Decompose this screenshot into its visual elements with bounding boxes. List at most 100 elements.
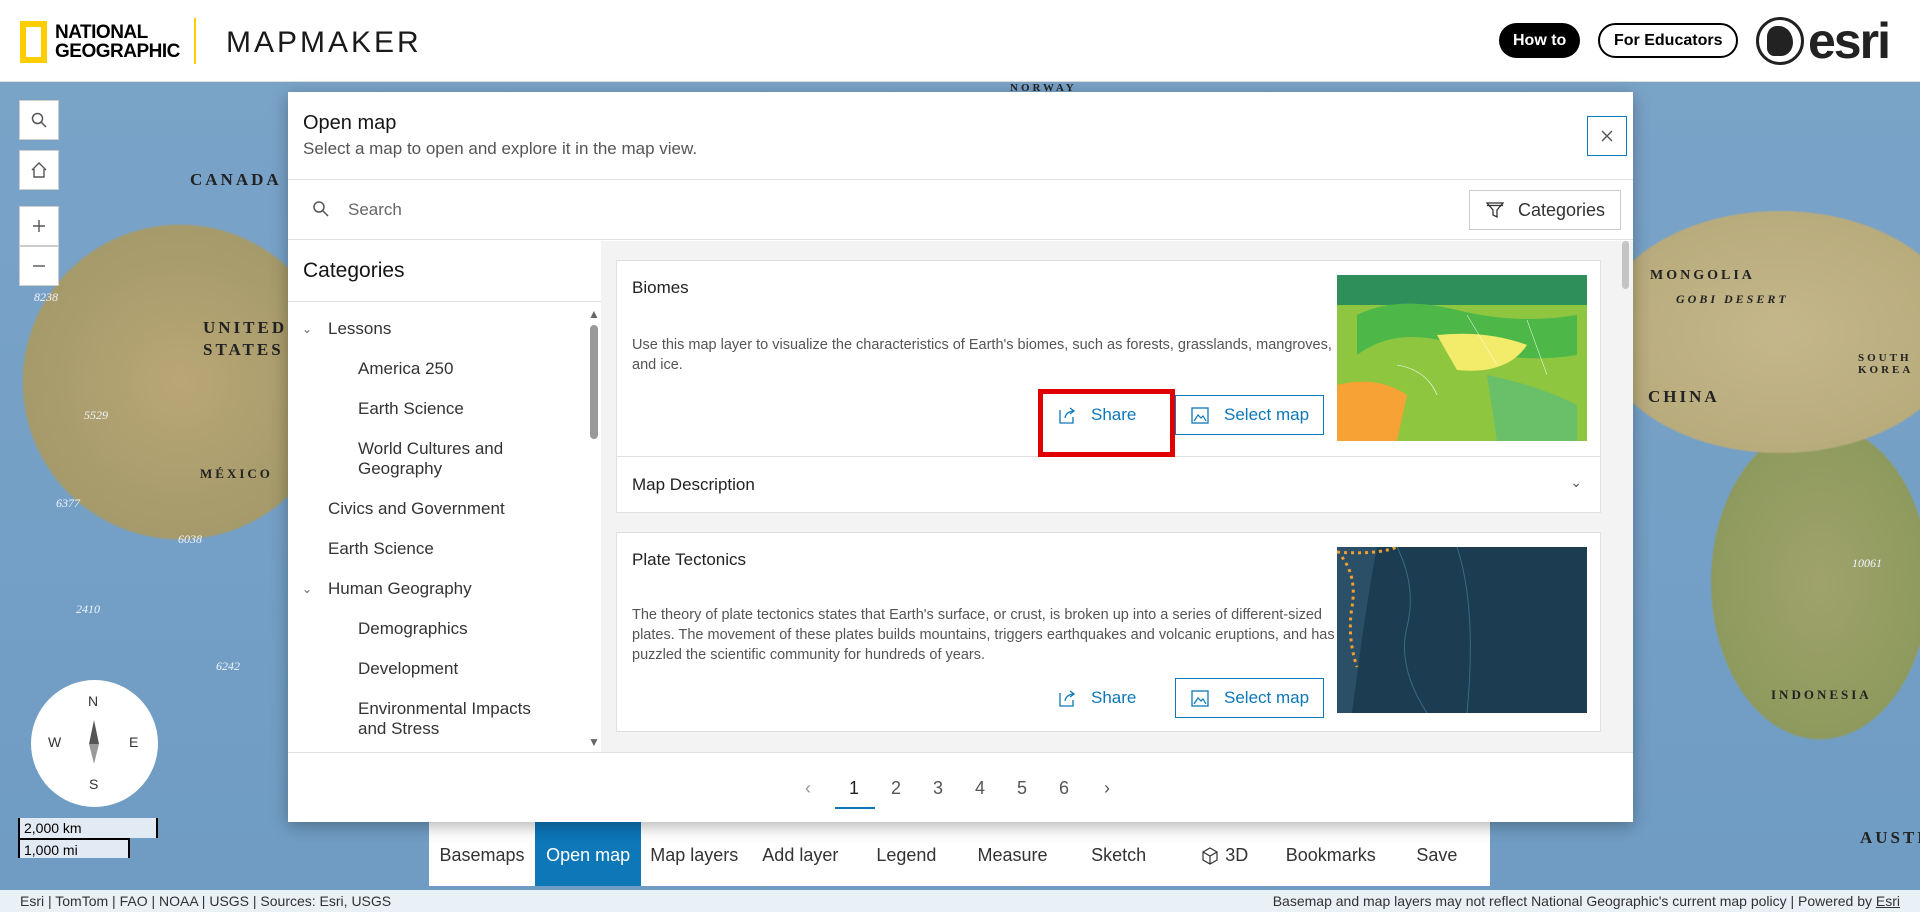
page-6[interactable]: 6 <box>1059 778 1069 799</box>
search-icon <box>313 201 329 217</box>
scale-mi: 1,000 mi <box>18 838 130 858</box>
attribution-policy-text: Basemap and map layers may not reflect N… <box>1272 893 1876 909</box>
search-bar: Categories <box>288 180 1633 240</box>
pagination: ‹ 1 2 3 4 5 6 › <box>288 752 1633 822</box>
category-label-line: Geography <box>358 459 443 478</box>
category-demographics[interactable]: Demographics <box>358 619 468 639</box>
prev-page-button[interactable]: ‹ <box>805 778 811 799</box>
map-depth: 5529 <box>84 408 108 422</box>
categories-button-label: Categories <box>1518 199 1606 220</box>
category-label-line: Environmental Impacts <box>358 699 531 718</box>
select-map-button[interactable]: Select map <box>1175 678 1325 718</box>
category-world-cultures[interactable]: World Cultures and Geography <box>358 439 503 479</box>
categories-divider <box>288 301 601 302</box>
compass-widget[interactable]: N E S W <box>31 680 158 807</box>
map-label-indonesia: INDONESIA <box>1771 687 1872 702</box>
scrollbar-thumb[interactable] <box>590 325 598 439</box>
results-scrollbar[interactable] <box>1620 241 1632 752</box>
compass-west: W <box>48 734 62 750</box>
share-highlight-box <box>1038 389 1175 457</box>
chevron-down-icon: ⌄ <box>1570 474 1582 490</box>
map-depth: 8238 <box>34 290 58 304</box>
compass-north: N <box>88 693 99 709</box>
how-to-button[interactable]: How to <box>1499 23 1581 58</box>
card-description: The theory of plate tectonics states tha… <box>632 607 1335 663</box>
category-civics[interactable]: Civics and Government <box>328 499 505 519</box>
category-earth-science[interactable]: Earth Science <box>328 539 434 559</box>
open-map-dialog: Open map Select a map to open and explor… <box>288 92 1633 822</box>
toolbar-label: Sketch <box>1091 845 1147 865</box>
page-5[interactable]: 5 <box>1017 778 1027 799</box>
compass-needle-tail-icon <box>89 744 99 764</box>
categories-filter-button[interactable]: Categories <box>1469 190 1621 230</box>
category-environmental-impacts[interactable]: Environmental Impacts and Stress <box>358 699 531 739</box>
zoom-out-button[interactable] <box>19 246 59 286</box>
home-button[interactable] <box>19 150 59 190</box>
zoom-in-button[interactable] <box>19 206 59 246</box>
header-divider <box>194 18 196 64</box>
national-geographic-logo[interactable]: NATIONAL GEOGRAPHIC <box>20 20 180 64</box>
category-human-geography[interactable]: Human Geography <box>328 579 472 599</box>
esri-logo[interactable]: esri <box>1756 13 1891 69</box>
share-button[interactable]: Share <box>1057 678 1136 718</box>
scrollbar-thumb[interactable] <box>1622 241 1629 289</box>
map-search-button[interactable] <box>19 100 59 140</box>
toolbar-label: Map layers <box>650 845 739 865</box>
category-lessons-earth-science[interactable]: Earth Science <box>358 399 464 419</box>
select-map-icon <box>1191 407 1209 424</box>
for-educators-button[interactable]: For Educators <box>1598 23 1739 58</box>
map-label-south-korea: SOUTH KOREA <box>1858 352 1914 376</box>
toolbar-label: Basemaps <box>439 845 525 865</box>
map-description-label: Map Description <box>632 475 755 494</box>
category-development[interactable]: Development <box>358 659 458 679</box>
map-depth: 6377 <box>56 496 80 510</box>
esri-link[interactable]: Esri <box>1876 893 1900 909</box>
select-map-label: Select map <box>1224 688 1310 707</box>
select-map-button[interactable]: Select map <box>1175 395 1325 435</box>
category-america-250[interactable]: America 250 <box>358 359 453 379</box>
next-page-button[interactable]: › <box>1104 778 1110 799</box>
toolbar-label: Open map <box>546 845 631 865</box>
page-2[interactable]: 2 <box>891 778 901 799</box>
card-title: Biomes <box>632 278 689 297</box>
search-input[interactable] <box>348 194 1148 226</box>
compass-east: E <box>129 734 139 750</box>
page-4[interactable]: 4 <box>975 778 985 799</box>
app-header: NATIONAL GEOGRAPHIC MAPMAKER How to For … <box>0 0 1920 82</box>
category-lessons[interactable]: Lessons <box>328 319 391 339</box>
esri-wordmark: esri <box>1808 13 1891 69</box>
categories-scrollbar[interactable]: ▲ ▼ <box>587 307 601 752</box>
close-dialog-button[interactable] <box>1587 116 1627 156</box>
map-label-australia: AUSTR <box>1860 828 1920 847</box>
plate-tectonics-thumbnail <box>1337 547 1587 713</box>
toolbar-label: Save <box>1416 845 1458 865</box>
map-label-states: STATES <box>203 340 284 359</box>
select-map-icon <box>1191 690 1209 707</box>
scroll-down-icon[interactable]: ▼ <box>588 735 600 749</box>
chevron-down-icon[interactable]: ⌄ <box>302 322 312 336</box>
map-results-list: Biomes Use this map layer to visualize t… <box>601 241 1633 752</box>
category-label-line: World Cultures and <box>358 439 504 458</box>
chevron-down-icon[interactable]: ⌄ <box>302 582 312 596</box>
page-1[interactable]: 1 <box>849 778 859 799</box>
compass-needle-icon <box>89 720 99 744</box>
scroll-up-icon[interactable]: ▲ <box>588 307 600 321</box>
home-icon <box>31 162 47 178</box>
current-page-indicator <box>835 807 875 809</box>
minus-icon <box>33 265 45 267</box>
map-description-toggle[interactable]: Map Description ⌄ <box>616 457 1601 513</box>
page-3[interactable]: 3 <box>933 778 943 799</box>
map-label-canada: CANADA <box>190 170 282 189</box>
brand-line-1: NATIONAL <box>55 22 148 43</box>
map-label-china: CHINA <box>1648 387 1720 406</box>
categories-panel: Categories ⌄ Lessons America 250 Earth S… <box>288 241 601 752</box>
brand-line-2: GEOGRAPHIC <box>55 41 180 62</box>
map-card-biomes: Biomes Use this map layer to visualize t… <box>616 260 1601 457</box>
toolbar-label: Measure <box>977 845 1048 865</box>
dialog-subtitle: Select a map to open and explore it in t… <box>303 139 698 158</box>
map-label-gobi: GOBI DESERT <box>1676 292 1789 306</box>
compass-south: S <box>89 776 99 792</box>
map-label-mexico: MÉXICO <box>200 466 273 481</box>
esri-globe-icon <box>1756 17 1804 65</box>
search-icon <box>31 112 47 128</box>
